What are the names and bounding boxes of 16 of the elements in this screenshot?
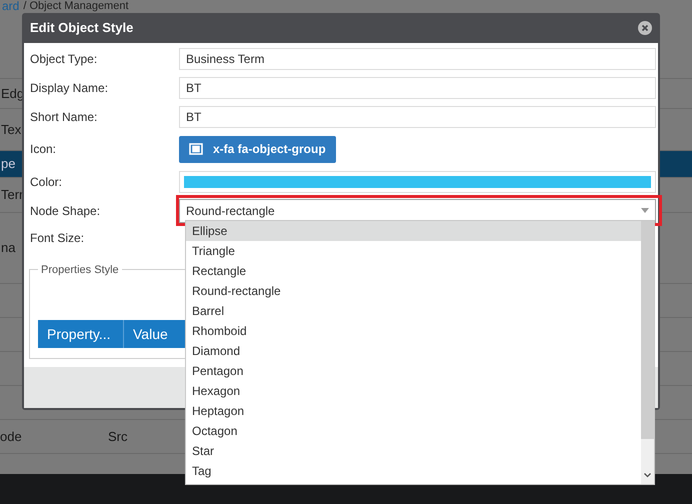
field-label: Node Shape: [29, 202, 102, 220]
row-text: pe [0, 155, 16, 174]
table-cell-text: Src [108, 428, 128, 446]
fieldset-legend: Properties Style [38, 262, 122, 278]
field-label: Color: [29, 174, 64, 190]
field-label: Font Size: [29, 230, 86, 247]
field-label: Icon: [29, 141, 58, 158]
row-text: Tex [0, 120, 22, 139]
dialog-title: Edit Object Style [30, 19, 134, 38]
row-text: Terr [0, 186, 24, 204]
field-label: Display Name: [29, 80, 110, 96]
field-label: Short Name: [29, 108, 98, 126]
row-text: na [0, 239, 16, 258]
breadcrumb-text: / Object Management [23, 0, 129, 12]
table-cell-text: ode [0, 428, 23, 446]
field-label: Object Type: [29, 50, 98, 68]
